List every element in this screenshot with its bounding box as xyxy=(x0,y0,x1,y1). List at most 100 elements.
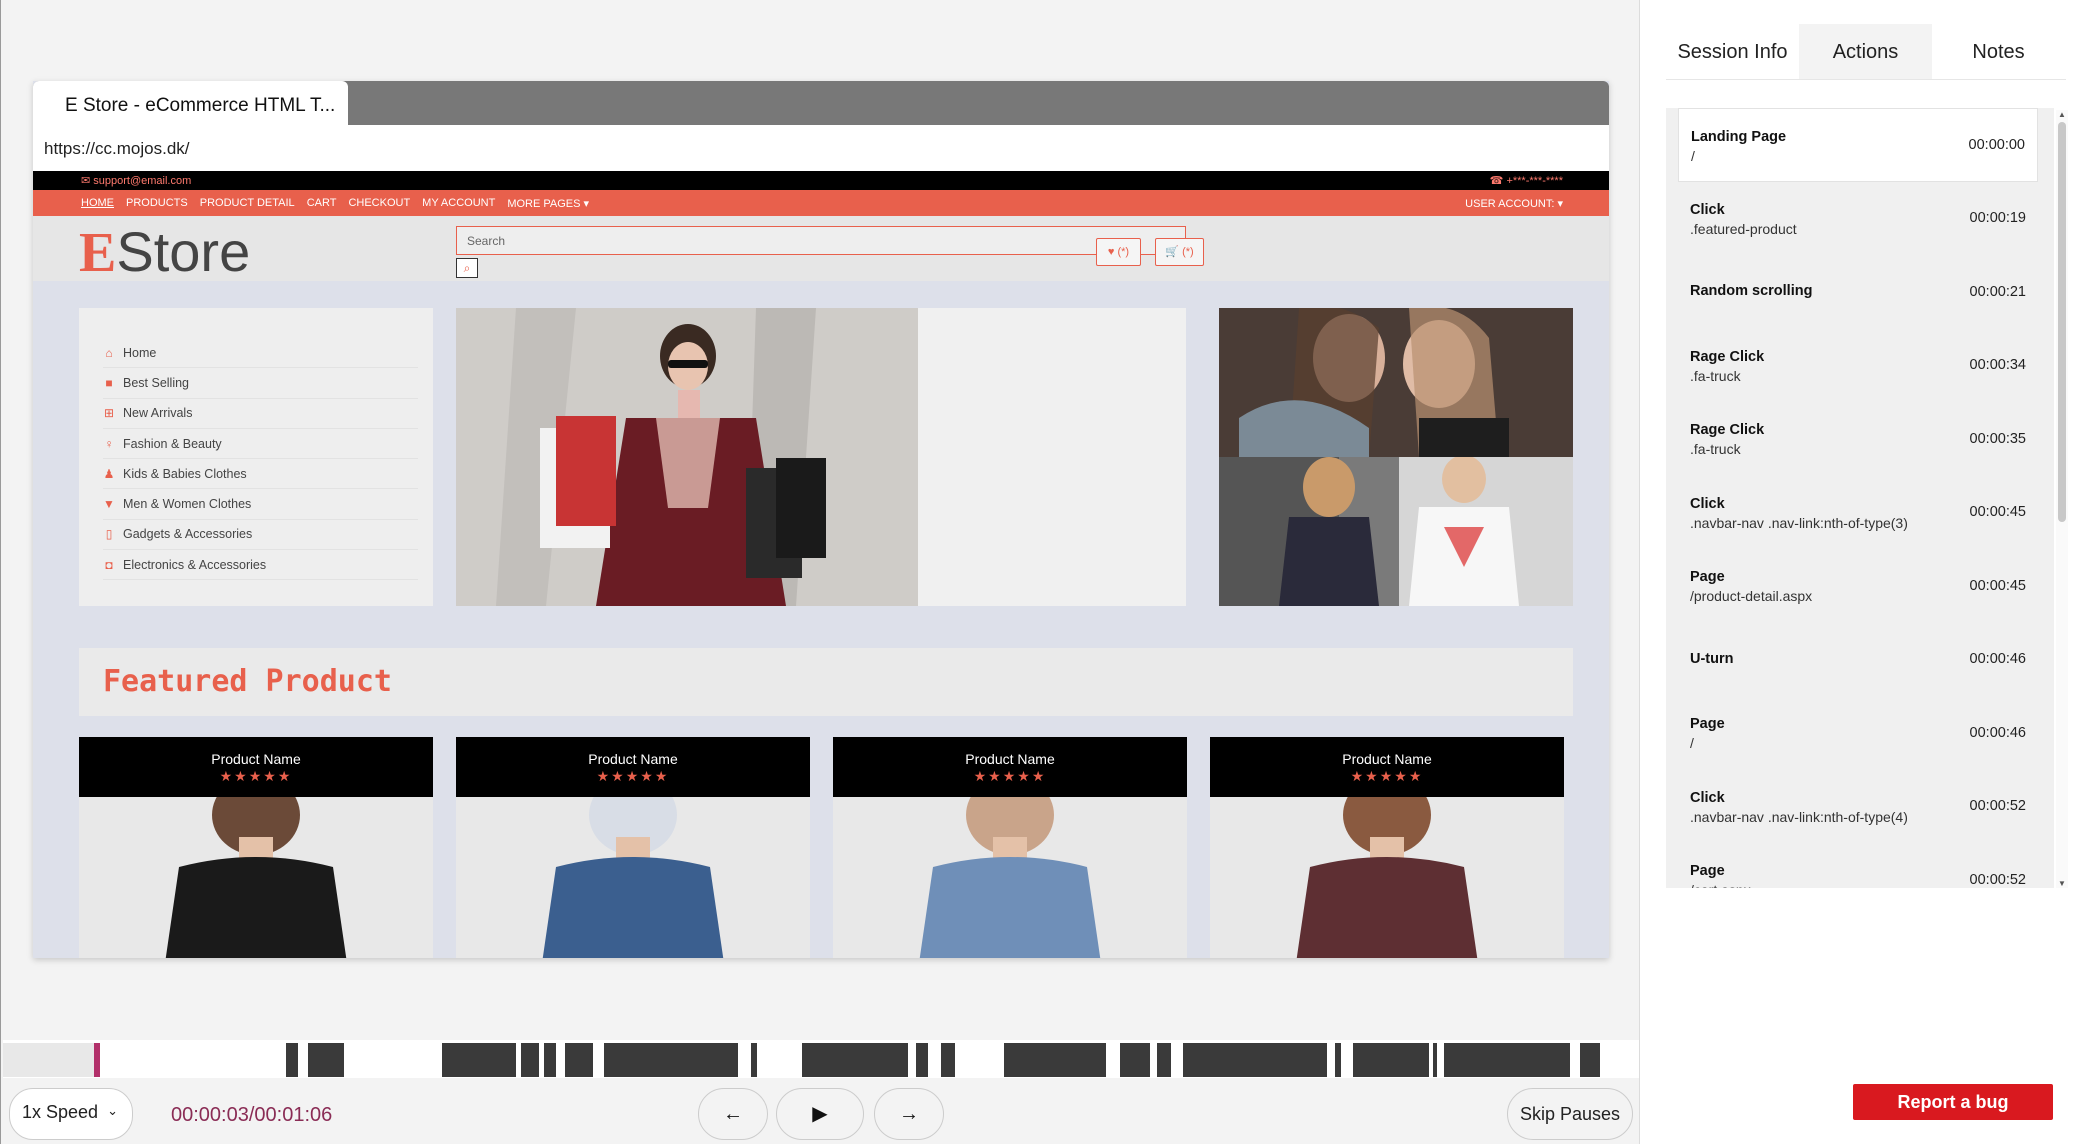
category-label: New Arrivals xyxy=(123,406,193,421)
home-icon: ⌂ xyxy=(105,345,113,360)
action-item[interactable]: Click .navbar-nav .nav-link:nth-of-type(3… xyxy=(1678,476,2038,550)
timeline-activity-segment xyxy=(1433,1043,1437,1077)
action-item[interactable]: Click .navbar-nav .nav-link:nth-of-type(4… xyxy=(1678,770,2038,844)
session-player: E Store - eCommerce HTML T... https://cc… xyxy=(0,0,1640,1144)
action-time: 00:00:46 xyxy=(1969,651,2026,668)
scroll-down-icon[interactable]: ▼ xyxy=(2058,879,2066,888)
nav-link-more-pages[interactable]: MORE PAGES ▾ xyxy=(507,197,589,210)
previous-button[interactable]: ← xyxy=(698,1088,768,1140)
site-logo[interactable]: EStore xyxy=(79,222,250,284)
action-detail: /cart.aspx xyxy=(1690,882,1751,888)
category-item[interactable]: ■ Best Selling xyxy=(103,368,418,399)
product-illustration xyxy=(79,775,433,958)
cart-button[interactable]: 🛒 (*) xyxy=(1155,238,1204,266)
action-item[interactable]: Page/product-detail.aspx 00:00:45 xyxy=(1678,549,2038,623)
nav-link-home[interactable]: HOME xyxy=(81,197,114,210)
action-item[interactable]: Page / 00:00:46 xyxy=(1678,696,2038,770)
product-card[interactable]: Product Name ★★★★★ xyxy=(456,737,810,958)
hero-image xyxy=(456,308,918,606)
product-card-header: Product Name ★★★★★ xyxy=(456,737,810,797)
product-card-header: Product Name ★★★★★ xyxy=(1210,737,1564,797)
action-item[interactable]: Page/cart.aspx 00:00:52 xyxy=(1678,843,2038,888)
product-name[interactable]: Product Name xyxy=(79,737,433,767)
microchip-icon: ◘ xyxy=(105,557,113,572)
wishlist-button[interactable]: ♥ (*) xyxy=(1096,238,1141,266)
category-item[interactable]: ◘ Electronics & Accessories xyxy=(103,550,418,581)
action-item[interactable]: Landing Page / 00:00:00 xyxy=(1678,108,2038,182)
site-phone: ☎ +***-***-**** xyxy=(1489,175,1563,187)
action-item[interactable]: U-turn 00:00:46 xyxy=(1678,623,2038,697)
scroll-up-icon[interactable]: ▲ xyxy=(2058,110,2066,119)
tab-actions[interactable]: Actions xyxy=(1799,24,1932,79)
rating-stars: ★★★★★ xyxy=(596,768,670,784)
site-logo-e: E xyxy=(79,222,117,284)
nav-link-products[interactable]: PRODUCTS xyxy=(126,197,188,210)
site-search-input[interactable]: Search xyxy=(456,226,1186,255)
category-item[interactable]: ⌂ Home xyxy=(103,338,418,369)
product-image[interactable] xyxy=(79,775,433,958)
site-header: EStore Search ⌕ ♥ (*) 🛒 (*) xyxy=(33,216,1609,281)
panel-tabs: Session Info Actions Notes xyxy=(1666,24,2066,80)
timeline-activity-segment xyxy=(604,1043,738,1077)
action-detail: .fa-truck xyxy=(1690,367,1741,384)
action-item[interactable]: Click .featured-product 00:00:19 xyxy=(1678,182,2038,256)
product-card[interactable]: Product Name ★★★★★ xyxy=(79,737,433,958)
search-icon[interactable]: ⌕ xyxy=(456,258,478,278)
action-name: Landing Page xyxy=(1691,129,1787,145)
product-image[interactable] xyxy=(833,775,1187,958)
site-navbar: HOME PRODUCTS PRODUCT DETAIL CART CHECKOUT MY… xyxy=(33,190,1609,216)
action-name: U-turn xyxy=(1690,650,1734,667)
product-card-header: Product Name ★★★★★ xyxy=(79,737,433,797)
category-item[interactable]: ♟ Kids & Babies Clothes xyxy=(103,459,418,490)
action-name: Page xyxy=(1690,716,1725,732)
action-name: Click xyxy=(1690,201,1725,218)
product-name[interactable]: Product Name xyxy=(1210,737,1564,767)
action-item[interactable]: Random scrolling 00:00:21 xyxy=(1678,255,2038,329)
hero-banner[interactable] xyxy=(456,308,1186,606)
nav-link-product-detail[interactable]: PRODUCT DETAIL xyxy=(200,197,295,210)
action-item[interactable]: Rage Click .fa-truck 00:00:34 xyxy=(1678,329,2038,403)
category-item[interactable]: ▯ Gadgets & Accessories xyxy=(103,520,418,551)
product-illustration xyxy=(1210,775,1564,958)
timeline-cursor[interactable] xyxy=(94,1043,100,1077)
timeline-activity-segment xyxy=(1157,1043,1171,1077)
tab-notes[interactable]: Notes xyxy=(1932,24,2065,79)
category-item[interactable]: ♀ Fashion & Beauty xyxy=(103,429,418,460)
product-card[interactable]: Product Name ★★★★★ xyxy=(1210,737,1564,958)
timeline-activity-segment xyxy=(751,1043,757,1077)
speed-select[interactable]: 1x Speed ⌄ xyxy=(9,1088,133,1140)
nav-link-checkout[interactable]: CHECKOUT xyxy=(348,197,410,210)
action-detail: / xyxy=(1691,148,1695,164)
browser-tab[interactable]: E Store - eCommerce HTML T... xyxy=(33,81,348,125)
featured-section: Featured Product xyxy=(79,648,1573,716)
actions-scrollbar[interactable]: ▲ ▼ xyxy=(2056,110,2068,888)
browser-url-bar[interactable]: https://cc.mojos.dk/ xyxy=(33,125,1609,171)
action-time: 00:00:45 xyxy=(1969,577,2026,594)
timeline-activity-segment xyxy=(1353,1043,1429,1077)
timeline-activity-segment xyxy=(1335,1043,1341,1077)
product-image[interactable] xyxy=(456,775,810,958)
rating-stars: ★★★★★ xyxy=(1350,768,1424,784)
action-time: 00:00:52 xyxy=(1969,871,2026,888)
site-user-account[interactable]: USER ACCOUNT: ▾ xyxy=(1465,197,1563,210)
category-item[interactable]: ▼ Men & Women Clothes xyxy=(103,489,418,520)
recorded-browser-window: E Store - eCommerce HTML T... https://cc… xyxy=(33,81,1609,958)
product-name[interactable]: Product Name xyxy=(833,737,1187,767)
tab-session-info[interactable]: Session Info xyxy=(1666,24,1799,79)
next-button[interactable]: → xyxy=(874,1088,944,1140)
skip-pauses-button[interactable]: Skip Pauses xyxy=(1507,1088,1633,1140)
side-banner[interactable] xyxy=(1219,308,1573,606)
timeline-activity-segment xyxy=(1183,1043,1327,1077)
nav-link-cart[interactable]: CART xyxy=(307,197,337,210)
session-timeline[interactable] xyxy=(3,1040,1639,1078)
action-item[interactable]: Rage Click .fa-truck 00:00:35 xyxy=(1678,402,2038,476)
nav-link-my-account[interactable]: MY ACCOUNT xyxy=(422,197,495,210)
product-card[interactable]: Product Name ★★★★★ xyxy=(833,737,1187,958)
product-image[interactable] xyxy=(1210,775,1564,958)
play-button[interactable]: ▶ xyxy=(776,1088,864,1140)
action-time: 00:00:35 xyxy=(1969,430,2026,447)
product-name[interactable]: Product Name xyxy=(456,737,810,767)
report-bug-button[interactable]: Report a bug xyxy=(1853,1084,2053,1120)
scrollbar-thumb[interactable] xyxy=(2058,122,2066,522)
category-item[interactable]: ⊞ New Arrivals xyxy=(103,399,418,429)
